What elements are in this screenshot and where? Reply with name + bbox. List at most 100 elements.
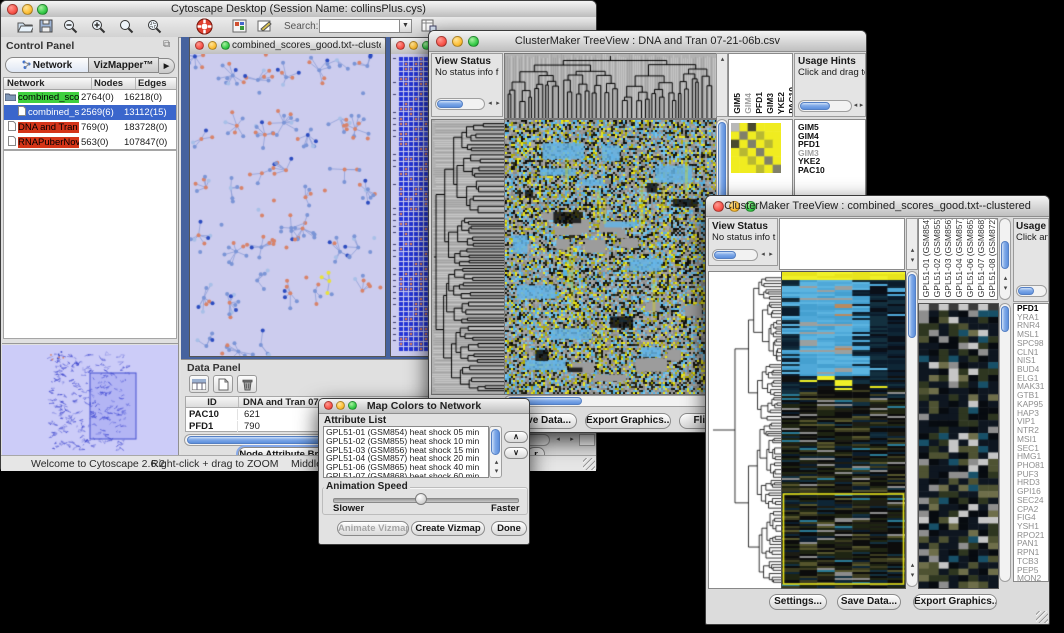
close-button[interactable] [396,41,405,50]
vizmapper-grid-icon[interactable] [232,19,247,38]
tv1-heatmap[interactable] [504,119,717,395]
birdseye-view[interactable] [2,343,178,456]
row-label: PAC10 [798,166,865,175]
new-attribute-icon [218,378,229,391]
minimize-button[interactable] [208,41,217,50]
network-list-area[interactable] [3,150,177,339]
dialog-titlebar[interactable]: Map Colors to Network [319,399,529,414]
network-table-row[interactable]: DNA and Tran 07769(0)183728(0) [4,120,176,135]
scroll-left-icon[interactable]: ◂ [551,436,565,444]
column-label: PFD1 [754,92,765,114]
network-table-row[interactable]: combined_sco2569(6)13112(15) [4,105,176,120]
tv2-corner-arrows[interactable]: ▴ ▾ [906,218,918,270]
slider-thumb[interactable] [415,493,427,505]
network-view-window-1[interactable]: combined_scores_good.txt--cluste... [189,37,386,357]
tv1-column-labels: GIM5GIM4PFD1GIM3YKE2PAC10 [728,53,793,117]
column-label: GIM4 [743,93,754,114]
tv1-row-dendrogram [431,119,505,395]
open-file-icon[interactable] [17,19,33,38]
network-table-header[interactable]: Network Nodes Edges [3,77,177,90]
usage-hints-label: Usage Hi [1014,219,1048,232]
tv2-button-settings-[interactable]: Settings... [769,594,827,610]
attribute-list-scrollbar[interactable]: ▴ ▾ [489,426,502,478]
tv2-vscrollbar[interactable]: ▴ ▾ [906,271,918,587]
network-table-row[interactable]: RNAPuberNov2+!563(0)107847(0) [4,135,176,150]
column-label: YKE2 [776,92,787,114]
status-welcome: Welcome to Cytoscape 2.6.2 [31,458,165,470]
tab-network[interactable]: Network [5,57,89,73]
dialog-button-create-vizmap[interactable]: Create Vizmap [411,521,485,536]
view-status-text: No status info t [709,232,777,243]
tv2-usage-hints-panel: Usage Hi Click and [1013,218,1049,302]
main-titlebar[interactable]: Cytoscape Desktop (Session Name: collins… [1,1,596,18]
column-label: PAC10 [787,87,793,114]
main-window-title: Cytoscape Desktop (Session Name: collins… [1,2,596,17]
scroll-right-icon[interactable]: ▸ [565,436,579,444]
tab-more[interactable]: ▶ [159,58,175,74]
tab-vizmapper[interactable]: VizMapper™ [89,57,159,73]
map-colors-dialog: Map Colors to Network Attribute List GPL… [318,398,530,545]
search-input[interactable] [319,19,401,33]
zoom-out-icon[interactable] [63,19,78,39]
move-up-button[interactable]: ∧ [504,431,528,443]
save-icon[interactable] [39,19,53,38]
minimize-button[interactable] [409,41,418,50]
tv1-col-scroll-corner[interactable]: ▴ [716,53,728,117]
view-status-text: No status info f [432,67,502,78]
search-dropdown-icon[interactable]: ▼ [399,19,412,33]
control-panel-title: Control Panel [6,40,74,52]
delete-attribute-button[interactable] [237,375,257,393]
row-id: PFD1 [186,421,238,432]
tv2-button-export-graphics-[interactable]: Export Graphics... [913,594,997,610]
zoom-button[interactable] [221,41,230,50]
resize-grip[interactable] [1036,611,1048,623]
row-value: 621 [238,409,260,420]
annotation-icon[interactable] [257,19,272,38]
zoom-selected-icon[interactable] [147,19,162,39]
col-network[interactable]: Network [4,78,92,89]
treeview1-titlebar[interactable]: ClusterMaker TreeView : DNA and Tran 07-… [429,31,866,52]
status-hint-zoom: Right-click + drag to ZOOM [151,458,279,470]
column-label: GPL51-07 (GSM868) [976,218,987,297]
tv1-hints-scrollbar[interactable] [798,100,852,112]
tv2-button-save-data-[interactable]: Save Data... [837,594,901,610]
attribute-table-button[interactable] [189,375,209,393]
treeview2-window: ClusterMaker TreeView : combined_scores_… [705,195,1050,625]
tv2-labels-scrollbar[interactable]: ▴ ▾ [999,218,1011,300]
scroll-right-icon[interactable]: ▸ [767,251,775,259]
scroll-left-icon[interactable]: ◂ [759,251,767,259]
treeview2-title: ClusterMaker TreeView : combined_scores_… [706,198,1049,215]
zoom-in-icon[interactable] [91,19,106,39]
scroll-right-icon[interactable]: ▸ [858,102,865,110]
attribute-list[interactable]: GPL51-01 (GSM854) heat shock 05 minGPL51… [323,426,489,478]
tv2-status-scrollbar[interactable] [712,249,758,261]
tv1-hscrollbar[interactable] [504,395,715,407]
new-attribute-button[interactable] [213,375,233,393]
treeview2-titlebar[interactable]: ClusterMaker TreeView : combined_scores_… [706,196,1049,217]
network-edges: 16218(0) [122,92,176,103]
move-down-button[interactable]: ∨ [504,447,528,459]
tv2-zoom-heatmap[interactable] [918,303,999,589]
column-label: GPL51-08 (GSM872) [987,218,998,297]
tv2-heatmap[interactable] [781,271,906,589]
float-panel-icon[interactable]: ⧉ [163,39,170,50]
col-edges[interactable]: Edges [136,78,176,89]
attribute-item[interactable]: GPL51-07 (GSM868) heat shock 60 min [326,472,488,478]
close-button[interactable] [195,41,204,50]
zoom-fit-icon[interactable] [119,19,134,39]
col-id[interactable]: ID [186,397,239,407]
network-table-row[interactable]: combined_scores_2764(0)16218(0) [4,90,176,105]
tv2-hints-scrollbar[interactable] [1016,285,1047,297]
view-status-label: View Status [432,54,502,67]
tv2-genes-scrollbar[interactable] [999,303,1011,582]
resize-grip[interactable] [583,458,595,470]
tv1-similarity-matrix [731,123,781,173]
treeview1-title: ClusterMaker TreeView : DNA and Tran 07-… [429,33,866,50]
tv1-button-export-graphics-[interactable]: Export Graphics... [585,413,671,429]
dialog-button-animate-vizmap[interactable]: Animate Vizmap [337,521,409,536]
scroll-left-icon[interactable]: ◂ [486,100,494,108]
scroll-right-icon[interactable]: ▸ [494,100,502,108]
tv1-status-scrollbar[interactable] [435,98,485,110]
dialog-button-done[interactable]: Done [491,521,527,536]
col-nodes[interactable]: Nodes [92,78,136,89]
